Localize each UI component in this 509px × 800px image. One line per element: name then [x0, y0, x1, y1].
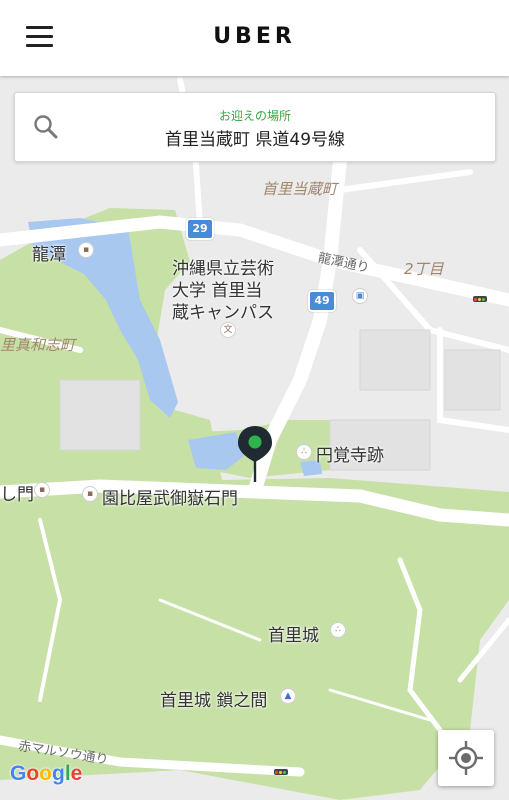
- map-label-nichome: 2丁目: [404, 260, 444, 278]
- temple-icon: ∴: [296, 444, 312, 460]
- bank-icon: ▣: [352, 288, 368, 304]
- map-label-shuri-mawashi: 里真和志町: [0, 336, 76, 354]
- landmark-icon: ▪: [78, 242, 94, 258]
- crosshair-icon: [449, 741, 483, 775]
- pickup-address: 首里当蔵町 県道49号線: [164, 130, 346, 150]
- landmark-icon: ▪: [82, 486, 98, 502]
- map-label-shuri-tonokura: 首里当蔵町: [262, 180, 338, 198]
- app-header: UBER: [0, 0, 509, 76]
- pickup-pin-icon[interactable]: [236, 424, 274, 484]
- map-label-ryutan: 龍潭: [32, 245, 66, 265]
- map-label-shurijo: 首里城: [268, 626, 319, 646]
- castle-icon: ∴: [330, 622, 346, 638]
- map-label-university-3: 蔵キャンパス: [172, 303, 274, 323]
- map-label-engakuji: 円覚寺跡: [316, 446, 384, 466]
- landmark-icon: ▪: [34, 482, 50, 498]
- map-label-sonohyan: 園比屋武御嶽石門: [102, 489, 238, 509]
- map-label-sasunoma: 首里城 鎖之間: [160, 691, 268, 711]
- google-logo: Google: [10, 762, 83, 785]
- pickup-caption: お迎えの場所: [218, 109, 291, 123]
- traffic-signal-icon: [274, 769, 288, 775]
- map-label-kanmon: し門: [0, 485, 34, 505]
- route-49-shield-icon: 49: [308, 290, 336, 312]
- building-icon: ▲: [280, 688, 296, 704]
- app-title: UBER: [213, 24, 296, 49]
- pickup-location-input[interactable]: お迎えの場所 首里当蔵町 県道49号線: [14, 92, 496, 162]
- route-29-shield-icon: 29: [186, 218, 214, 240]
- school-icon: 文: [220, 322, 236, 338]
- traffic-signal-icon: [473, 296, 487, 302]
- my-location-button[interactable]: [438, 730, 494, 786]
